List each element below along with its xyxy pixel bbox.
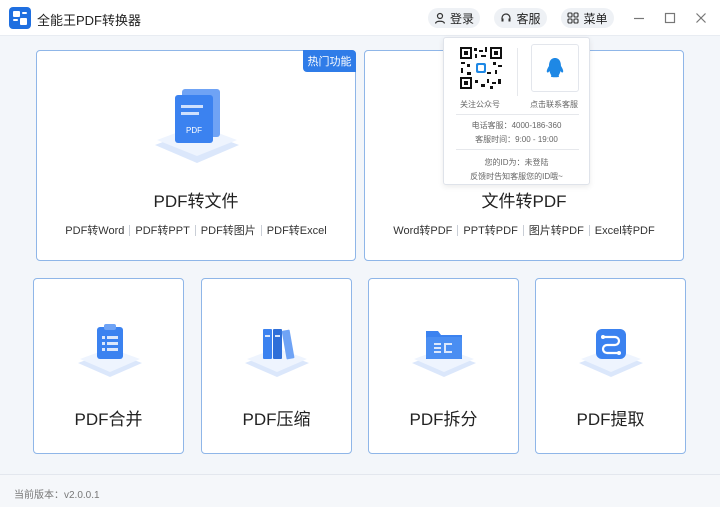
maximize-icon (664, 12, 676, 24)
link-divider (457, 224, 459, 236)
svg-text:PDF: PDF (186, 126, 202, 135)
login-label: 登录 (449, 11, 474, 26)
link-ppt-to-pdf[interactable]: PPT转PDF (463, 222, 517, 238)
file-to-pdf-title: 文件转PDF (481, 192, 567, 211)
feedback-line: 反馈时告知客服您的ID哦~ (470, 172, 563, 181)
user-icon (434, 12, 446, 24)
link-divider (194, 224, 196, 236)
title-bar: 全能王PDF转换器 登录 客服 菜单 (0, 0, 720, 36)
link-divider (588, 224, 590, 236)
link-pdf-to-ppt[interactable]: PDF转PPT (135, 222, 189, 238)
extract-icon (579, 329, 643, 377)
link-image-to-pdf[interactable]: 图片转PDF (529, 222, 584, 238)
pdf-to-file-card[interactable]: 热门功能 PDF PDF转文件 PDF转Word PDF转PPT PDF转图片 … (36, 50, 356, 261)
pdf-to-file-links: PDF转Word PDF转PPT PDF转图片 PDF转Excel (37, 222, 355, 238)
pdf-split-title: PDF拆分 (409, 410, 478, 429)
status-bar: 当前版本：v2.0.0.1 (0, 474, 720, 507)
link-pdf-to-word[interactable]: PDF转Word (65, 222, 124, 238)
app-logo-icon (9, 7, 31, 29)
link-pdf-to-excel[interactable]: PDF转Excel (267, 222, 327, 238)
wechat-qr-code (459, 46, 503, 90)
phone-line: 电话客服：4000-186-360 (471, 121, 562, 130)
qq-contact-button[interactable] (531, 44, 579, 92)
pdf-extract-title: PDF提取 (576, 410, 645, 429)
minimize-button[interactable] (631, 10, 647, 26)
link-divider (129, 224, 131, 236)
hot-feature-badge: 热门功能 (303, 50, 356, 72)
folder-split-icon (412, 331, 476, 377)
menu-icon (567, 12, 580, 24)
file-to-pdf-links: Word转PDF PPT转PDF 图片转PDF Excel转PDF (365, 222, 683, 238)
pdf-split-card[interactable]: PDF拆分 (368, 278, 519, 454)
pdf-compress-card[interactable]: PDF压缩 (201, 278, 352, 454)
link-pdf-to-image[interactable]: PDF转图片 (201, 222, 256, 238)
link-divider (522, 224, 524, 236)
popup-divider (456, 114, 579, 115)
pdf-document-icon: PDF (155, 89, 239, 163)
popup-divider (517, 48, 518, 96)
pdf-merge-card[interactable]: PDF合并 (33, 278, 184, 454)
books-icon (245, 329, 309, 377)
customer-service-button[interactable]: 客服 (494, 8, 547, 28)
close-icon (696, 13, 706, 23)
headset-icon (501, 13, 512, 22)
qq-caption[interactable]: 点击联系客服 (530, 99, 578, 110)
qr-caption: 关注公众号 (460, 100, 500, 109)
menu-label: 菜单 (583, 11, 608, 26)
menu-button[interactable]: 菜单 (561, 8, 614, 28)
link-word-to-pdf[interactable]: Word转PDF (393, 222, 452, 238)
pdf-extract-card[interactable]: PDF提取 (535, 278, 686, 454)
clipboard-list-icon (78, 324, 142, 377)
pdf-compress-title: PDF压缩 (242, 410, 311, 429)
maximize-button[interactable] (662, 10, 678, 26)
service-label: 客服 (516, 11, 541, 26)
hours-line: 客服时间：9:00 - 19:00 (475, 135, 558, 144)
popup-divider (456, 149, 579, 150)
login-button[interactable]: 登录 (428, 8, 480, 28)
minimize-icon (634, 17, 644, 20)
user-id-line: 您的ID为：未登陆 (484, 158, 549, 167)
link-divider (260, 224, 262, 236)
link-excel-to-pdf[interactable]: Excel转PDF (595, 222, 655, 238)
pdf-to-file-title: PDF转文件 (153, 192, 239, 211)
qq-icon (546, 58, 564, 78)
pdf-merge-title: PDF合并 (74, 410, 143, 429)
customer-service-popup: 关注公众号 点击联系客服 电话客服：4000-186-360 客服时间：9:00… (443, 37, 590, 185)
close-button[interactable] (693, 10, 709, 26)
version-label: 当前版本：v2.0.0.1 (14, 490, 100, 501)
app-title: 全能王PDF转换器 (37, 13, 142, 28)
